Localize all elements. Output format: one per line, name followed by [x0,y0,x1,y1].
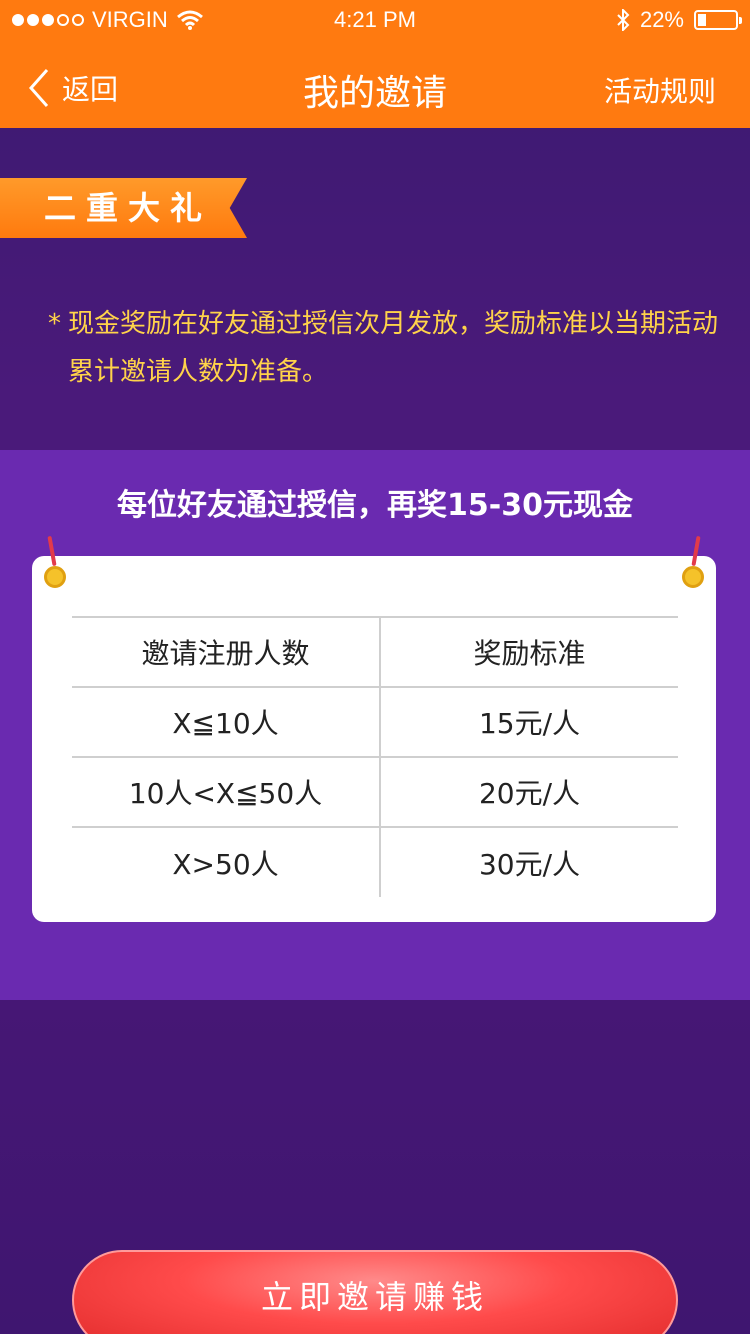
nav-bar: 返回 我的邀请 活动规则 [0,40,750,128]
reward-panel: 每位好友通过授信，再奖15-30元现金 邀请注册人数 奖励标准 X≦10人 15… [0,450,750,1000]
battery-fill [698,14,706,26]
table-row: 10人<X≦50人 20元/人 [72,756,678,827]
table-row: X≦10人 15元/人 [72,686,678,757]
battery-icon [694,10,742,30]
reward-table: 邀请注册人数 奖励标准 X≦10人 15元/人 10人<X≦50人 20元/人 … [72,616,678,897]
rules-link[interactable]: 活动规则 [604,70,716,110]
status-right: 22% [616,7,742,33]
table-cell: 20元/人 [380,756,678,827]
battery-percent: 22% [639,7,684,32]
pin-icon [682,566,704,588]
notice-text: 现金奖励在好友通过授信次月发放，奖励标准以当期活动累计邀请人数为准备。 [68,309,719,387]
reward-card: 邀请注册人数 奖励标准 X≦10人 15元/人 10人<X≦50人 20元/人 … [32,535,716,922]
table-row: X>50人 30元/人 [72,826,678,897]
bluetooth-icon [617,9,630,31]
table-cell: X>50人 [72,826,381,897]
table-header: 邀请注册人数 [72,616,381,687]
pin-icon [44,566,66,588]
table-header: 奖励标准 [380,616,678,687]
notice: * 现金奖励在好友通过授信次月发放，奖励标准以当期活动累计邀请人数为准备。 [48,300,728,396]
status-bar: VIRGIN 4:21 PM 22% [0,0,750,40]
section-ribbon: 二重大礼 [0,178,247,238]
table-cell: 15元/人 [380,686,678,757]
invite-earn-button[interactable]: 立即邀请赚钱 [72,1250,678,1334]
hanging-string [691,535,701,567]
notice-star: * [48,309,61,339]
table-cell: X≦10人 [72,686,381,757]
table-cell: 30元/人 [380,826,678,897]
table-cell: 10人<X≦50人 [72,756,381,827]
table-header-row: 邀请注册人数 奖励标准 [72,616,678,687]
hanging-string [47,535,57,567]
panel-title: 每位好友通过授信，再奖15-30元现金 [117,488,633,523]
